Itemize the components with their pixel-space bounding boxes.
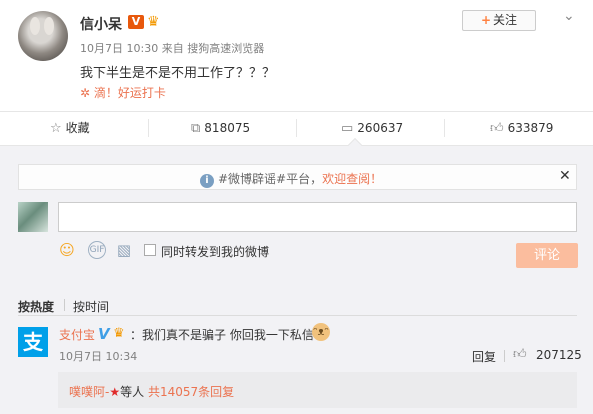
verified-badge[interactable]: V [128,15,144,29]
sub-reply-middle: 等人 [120,385,145,399]
crown-icon[interactable]: ♛ [147,14,160,30]
follow-label: 关注 [493,13,518,27]
emoji-icon[interactable]: ☺ [58,241,76,259]
submit-comment-button[interactable]: 评论 [516,243,578,268]
follow-button[interactable]: + 关注 [462,10,536,31]
info-icon: i [200,174,214,188]
chevron-down-icon[interactable]: ⌄ [563,8,575,24]
divider [504,350,505,362]
image-icon[interactable]: ▧ [115,241,133,259]
repost-checkbox-label[interactable]: 同时转发到我的微博 [161,243,269,260]
checkin-label: 滴！好运打卡 [93,86,166,100]
sub-replies-summary: 噗噗阿-★等人 共14057条回复 [69,383,234,400]
rumor-notice-text: i #微博辟谣#平台，欢迎查阅！ [200,170,382,188]
plus-icon: + [480,13,492,27]
favorite-button[interactable]: ☆ 收藏 [50,111,90,145]
like-count: 633879 [507,121,554,135]
rumor-link[interactable]: 欢迎查阅！ [322,172,382,186]
post-meta: 10月7日 10:30 来自 搜狗高速浏览器 [80,40,264,56]
divider [296,119,297,137]
close-icon[interactable]: ✕ [559,168,571,184]
repost-count: 818075 [204,121,251,135]
like-button[interactable]: 👍︎ 633879 [490,111,553,145]
divider [18,315,577,316]
sub-reply-user[interactable]: 噗噗阿- [69,385,109,399]
emoji-icon: ᵔᴥᵔ [312,323,330,341]
checkin-link[interactable]: ✲ 滴！好运打卡 [80,84,166,101]
source-prefix: 来自 [161,42,184,55]
star-icon: ☆ [50,121,62,136]
my-avatar [18,202,48,232]
comment-count: 260637 [357,121,404,135]
verified-badge[interactable]: V [98,325,110,343]
crown-icon[interactable]: ♛ [113,326,125,341]
favorite-label: 收藏 [65,121,90,135]
post-timestamp[interactable]: 10月7日 10:30 [80,42,158,55]
view-replies-link[interactable]: 共14057条回复 [148,385,234,399]
comment-like-count[interactable]: 207125 [536,348,582,362]
rumor-prefix[interactable]: #微博辟谣#平台， [218,172,322,186]
checkin-icon: ✲ [80,86,91,100]
post-source[interactable]: 搜狗高速浏览器 [187,42,264,55]
divider [64,299,65,311]
star-icon: ★ [109,385,121,399]
divider [444,119,445,137]
post-text: 我下半生是不是不用工作了？？？ [80,66,276,81]
comment-icon: ▭ [341,121,354,136]
comment-timestamp: 10月7日 10:34 [59,350,138,363]
like-icon[interactable]: 👍︎ [513,347,527,362]
author-name[interactable]: 信小呆 [80,14,122,34]
author-avatar[interactable] [18,11,68,61]
avatar-decoration [30,17,40,35]
commenter-avatar[interactable]: 支 [18,327,48,357]
gif-icon[interactable]: GIF [88,241,106,259]
comment-button[interactable]: ▭ 260637 [341,111,403,145]
sort-by-hot-tab[interactable]: 按热度 [18,298,54,315]
sort-by-time-tab[interactable]: 按时间 [73,298,109,315]
repost-button[interactable]: ⧉ 818075 [191,111,250,145]
comment-input[interactable] [58,202,577,232]
like-icon: 👍︎ [490,121,504,136]
repost-icon: ⧉ [191,121,201,136]
commenter-name[interactable]: 支付宝 [59,326,95,343]
avatar-decoration [44,17,54,35]
reply-button[interactable]: 回复 [472,348,496,365]
repost-checkbox[interactable] [144,244,156,256]
comment-text: ：我们真不是骗子 你回我一下私信 [130,328,314,342]
divider [148,119,149,137]
